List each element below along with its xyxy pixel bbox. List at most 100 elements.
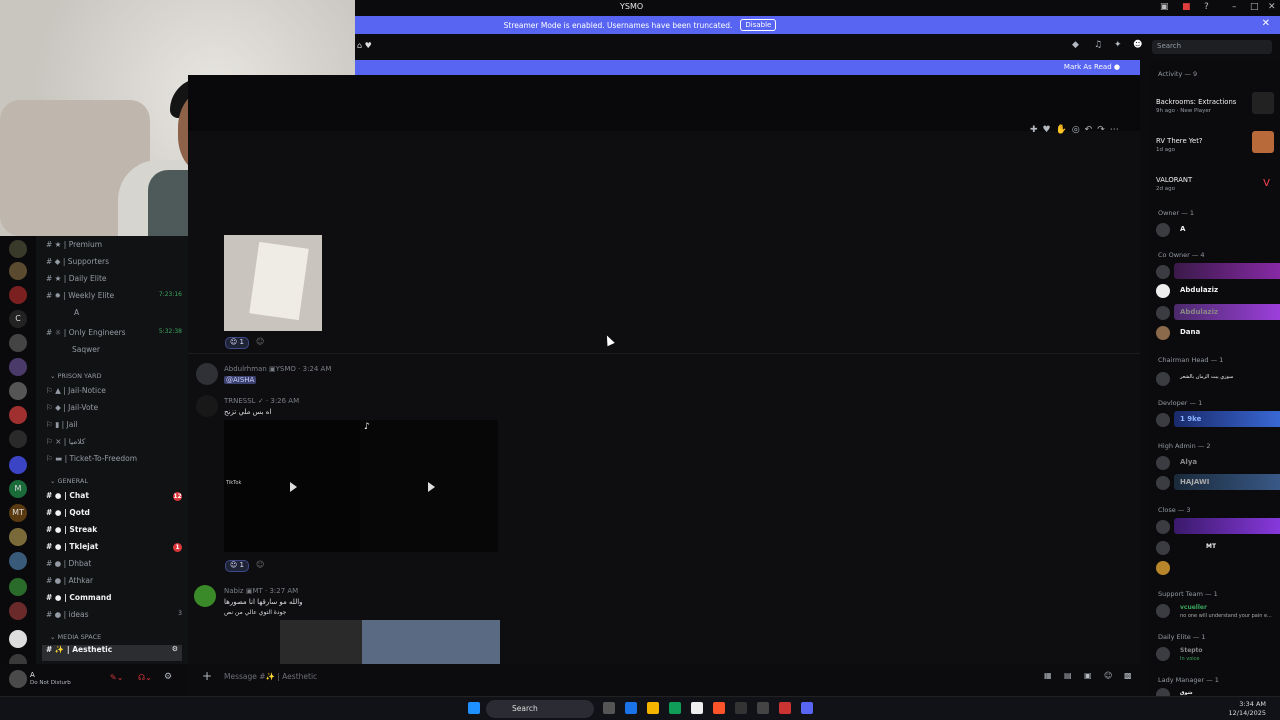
member-item[interactable]: Stepto In voice [1156, 645, 1280, 663]
message-author[interactable]: Abdulrhman ▣YSMO · 3:24 AM [224, 365, 331, 373]
avatar[interactable] [196, 395, 218, 417]
file-explorer-icon[interactable] [647, 702, 659, 714]
inbox-icon[interactable]: ▣ [1160, 2, 1169, 12]
channel-qotd[interactable]: # ● | Qotd [46, 508, 90, 524]
store-icon[interactable] [691, 702, 703, 714]
member-item[interactable] [1156, 518, 1280, 536]
channel-daily-elite[interactable]: # ★ | Daily Elite [46, 274, 107, 290]
help-icon[interactable]: ? [1204, 2, 1209, 12]
gift-icon[interactable]: ▦ [1044, 671, 1052, 680]
channel-ticket-to-freedom[interactable]: ⚐ ▬ | Ticket-To-Freedom [46, 454, 137, 470]
emoji-icon[interactable]: ☺ [1104, 671, 1112, 680]
server-icon[interactable] [9, 430, 27, 448]
server-icon[interactable] [9, 286, 27, 304]
category-general[interactable]: ⌄ GENERAL [50, 477, 88, 485]
member-item[interactable]: Dana [1156, 324, 1280, 342]
member-item[interactable] [1156, 263, 1280, 281]
member-item[interactable]: Abdulaziz [1156, 304, 1280, 322]
server-icon[interactable] [9, 406, 27, 424]
image-attachment[interactable] [224, 235, 322, 331]
search-input[interactable]: Search [1152, 40, 1272, 54]
app-icon[interactable] [757, 702, 769, 714]
member-item[interactable]: MT [1156, 539, 1280, 557]
member-item[interactable] [1156, 559, 1280, 577]
message-input[interactable]: Message #✨ | Aesthetic [224, 672, 317, 681]
activity-card[interactable]: Backrooms: Extractions 9h ago · New Playe… [1156, 88, 1280, 124]
message-author[interactable]: TRNESSL ✓ · 3:26 AM [224, 397, 299, 405]
message-author[interactable]: Nabiz ▣MT · 3:27 AM [224, 587, 298, 595]
video-embed[interactable]: ♪ [360, 420, 498, 552]
member-item[interactable]: 1 9ke [1156, 411, 1280, 429]
server-icon[interactable]: MT [9, 504, 27, 522]
gif-icon[interactable]: ▤ [1064, 671, 1072, 680]
server-icon[interactable] [9, 358, 27, 376]
avatar[interactable] [196, 363, 218, 385]
system-clock[interactable]: 3:34 AM 12/14/2025 [1229, 700, 1266, 718]
server-icon[interactable] [9, 578, 27, 596]
live-icon[interactable]: ■ [1182, 2, 1191, 12]
video-embed[interactable]: TikTok [224, 420, 360, 552]
play-icon[interactable] [428, 482, 435, 492]
avatar[interactable] [194, 585, 216, 607]
channel-jail[interactable]: ⚐ ▮ | Jail [46, 420, 78, 436]
member-item[interactable]: Alya [1156, 454, 1280, 472]
taskbar-search[interactable]: Search [486, 700, 594, 718]
member-item[interactable]: HAJAWI [1156, 474, 1280, 492]
channel-chat[interactable]: # ● | Chat 12 [46, 491, 182, 507]
server-icon[interactable]: C [9, 310, 27, 328]
windows-start-icon[interactable] [468, 702, 480, 714]
server-icon[interactable] [9, 334, 27, 352]
brave-icon[interactable] [713, 702, 725, 714]
image-attachment[interactable] [362, 620, 500, 664]
deafen-icon[interactable]: ☊⌄ [138, 673, 152, 682]
discord-icon[interactable] [801, 702, 813, 714]
pin-icon[interactable]: ✦ [1114, 40, 1122, 50]
channel-only-engineers[interactable]: # ☼ | Only Engineers 5:32:38 [46, 328, 182, 344]
maximize-button[interactable]: □ [1250, 2, 1259, 12]
disable-streamer-mode-button[interactable]: Disable [740, 19, 777, 31]
reaction-button[interactable]: ☺ 1 [225, 560, 249, 572]
add-reaction-icon[interactable]: ☺ [256, 337, 264, 346]
mute-mic-icon[interactable]: ✎⌄ [110, 673, 123, 682]
category-prison-yard[interactable]: ⌄ PRISON YARD [50, 372, 101, 380]
task-view-icon[interactable] [603, 702, 615, 714]
channel-jail-vote[interactable]: ⚐ ◆ | Jail-Vote [46, 403, 98, 419]
member-item[interactable]: سوزي يبت الزمان بالشعر [1156, 370, 1280, 388]
channel-ideas[interactable]: # ● | ideas 3 [46, 610, 182, 626]
threads-icon[interactable]: ◆ [1072, 40, 1079, 50]
new-messages-bar[interactable]: Mark As Read ● [355, 60, 1140, 75]
bell-icon[interactable]: ♫ [1094, 40, 1102, 50]
channel-supporters[interactable]: # ◆ | Supporters [46, 257, 109, 273]
user-mention[interactable]: @AISHA [224, 376, 257, 384]
close-window-button[interactable]: ✕ [1268, 2, 1276, 12]
channel-arabic[interactable]: ⚐ × | كلاميا [46, 437, 85, 453]
channel-settings-icon[interactable]: ⚙ [172, 645, 178, 653]
attach-plus-icon[interactable]: + [202, 669, 212, 683]
apps-icon[interactable]: ▩ [1124, 671, 1132, 680]
sticker-icon[interactable]: ▣ [1084, 671, 1092, 680]
image-attachment[interactable] [280, 620, 362, 664]
server-icon[interactable]: M [9, 480, 27, 498]
message-actions[interactable]: ✚♥✋◎↶↷⋯ [1030, 125, 1124, 135]
server-icon[interactable] [9, 240, 27, 258]
close-banner-icon[interactable]: ✕ [1262, 18, 1270, 29]
channel-tklejat[interactable]: # ● | Tklejat 1 [46, 542, 182, 558]
app-icon[interactable] [735, 702, 747, 714]
channel-weekly-elite[interactable]: # ✹ | Weekly Elite 7:23:16 [46, 291, 182, 307]
server-icon[interactable] [9, 382, 27, 400]
channel-jail-notice[interactable]: ⚐ ▲ | Jail-Notice [46, 386, 106, 402]
activity-card[interactable]: RV There Yet? 1d ago [1156, 127, 1280, 163]
play-icon[interactable] [290, 482, 297, 492]
activity-card[interactable]: VALORANT 2d ago V [1156, 166, 1280, 202]
user-settings-icon[interactable]: ⚙ [164, 672, 172, 682]
app-icon[interactable] [625, 702, 637, 714]
member-item[interactable]: A [1156, 221, 1280, 239]
server-icon[interactable] [9, 262, 27, 280]
server-folder-icon[interactable] [9, 456, 27, 474]
channel-command[interactable]: # ● | Command [46, 593, 111, 609]
edge-icon[interactable] [669, 702, 681, 714]
obs-icon[interactable] [779, 702, 791, 714]
channel-dhbat[interactable]: # ● | Dhbat [46, 559, 91, 575]
category-media-space[interactable]: ⌄ MEDIA SPACE [50, 633, 101, 641]
server-icon[interactable] [9, 630, 27, 648]
